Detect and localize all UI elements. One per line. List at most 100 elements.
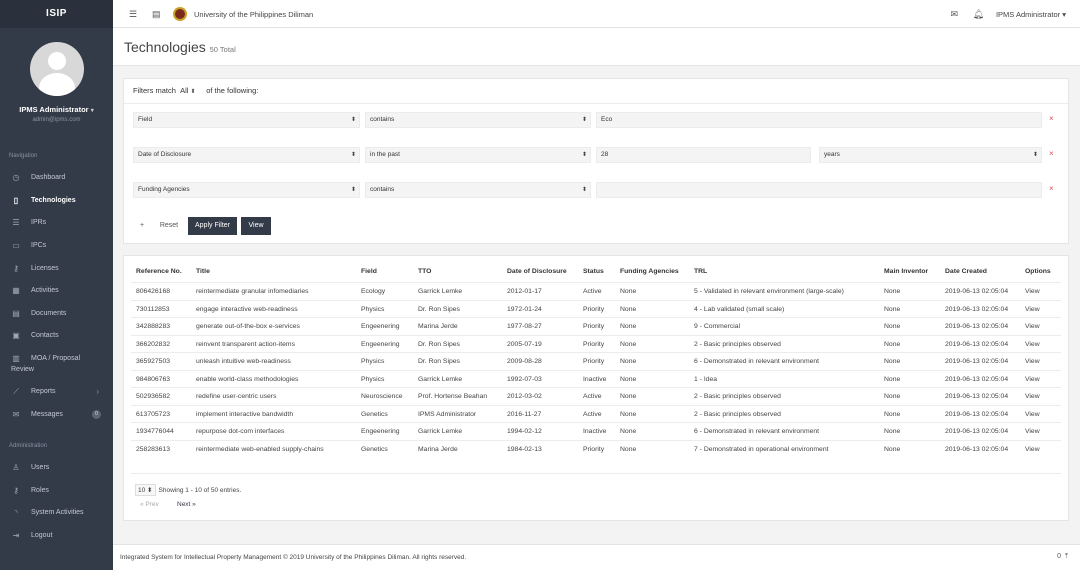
view-link[interactable]: View: [1025, 301, 1040, 318]
cell-reference-no: 1934776044: [136, 428, 174, 435]
cell-title: repurpose dot-com interfaces: [196, 428, 285, 435]
cell-title: reintermediate granular infomediaries: [196, 288, 309, 295]
column-header[interactable]: Title: [196, 268, 210, 275]
column-header[interactable]: Field: [361, 268, 377, 275]
document-icon: ▤: [12, 309, 20, 318]
cell-title: implement interactive bandwidth: [196, 410, 294, 418]
column-header[interactable]: Main Inventor: [884, 268, 928, 275]
column-header[interactable]: TTO: [418, 268, 431, 275]
reset-button[interactable]: Reset: [156, 217, 182, 235]
cell-reference-no: 806426168: [136, 288, 171, 295]
sidebar-item-iprs[interactable]: ☰ IPRs: [0, 218, 113, 227]
view-link[interactable]: View: [1025, 353, 1040, 370]
view-link[interactable]: View: [1025, 283, 1040, 300]
sidebar-item-system-activities[interactable]: ◝ System Activities: [0, 508, 113, 517]
admin-section-title: Administration: [9, 443, 48, 449]
view-link[interactable]: View: [1025, 388, 1040, 405]
view-link[interactable]: View: [1025, 406, 1040, 423]
filter-value-input[interactable]: [596, 182, 1042, 198]
filter-operator-select[interactable]: in the past ⬍: [365, 147, 591, 163]
add-filter-button[interactable]: +: [135, 217, 149, 235]
cell-status: Priority: [583, 340, 605, 348]
view-button[interactable]: View: [241, 217, 271, 235]
cell-field: Ecology: [361, 288, 386, 295]
user-name-dropdown[interactable]: IPMS Administrator ▾: [0, 105, 113, 114]
cell-tto: Garrick Lemke: [418, 428, 463, 435]
view-link[interactable]: View: [1025, 423, 1040, 440]
column-header[interactable]: Date of Disclosure: [507, 268, 567, 275]
cell-date-of-disclosure: 1972-01-24: [507, 305, 542, 313]
remove-filter-icon[interactable]: ×: [1049, 114, 1054, 123]
table-header: Reference No. Title Field TTO Date of Di…: [124, 268, 1068, 282]
column-header[interactable]: Funding Agencies: [620, 268, 679, 275]
cell-date-of-disclosure: 2012-01-17: [507, 288, 542, 295]
cell-date-created: 2019-06-13 02:05:04: [945, 305, 1009, 313]
view-link[interactable]: View: [1025, 336, 1040, 353]
cell-date-created: 2019-06-13 02:05:04: [945, 323, 1009, 330]
filter-field-select[interactable]: Field ⬍: [133, 112, 360, 128]
cell-trl: 1 - Idea: [694, 375, 718, 383]
select-arrows-icon: ⬍: [190, 89, 196, 95]
column-header[interactable]: Date Created: [945, 268, 987, 275]
sidebar-item-messages[interactable]: ✉ Messages 0: [0, 410, 113, 419]
filter-operator-select[interactable]: contains ⬍: [365, 182, 591, 198]
apply-filter-button[interactable]: Apply Filter: [188, 217, 237, 235]
view-link[interactable]: View: [1025, 441, 1040, 458]
cell-status: Priority: [583, 445, 605, 453]
user-menu[interactable]: IPMS Administrator ▾: [996, 10, 1066, 19]
table-row: 806426168 reintermediate granular infomed…: [131, 282, 1061, 300]
cell-field: Genetics: [361, 410, 388, 418]
filter-value-input[interactable]: 28: [596, 147, 811, 163]
cell-trl: 7 - Demonstrated in operational environm…: [694, 445, 829, 453]
sidebar-item-users[interactable]: ♙ Users: [0, 463, 113, 472]
select-arrows-icon: ⬍: [1032, 152, 1038, 158]
page-size-select[interactable]: 10 ⬍: [135, 484, 156, 496]
remove-filter-icon[interactable]: ×: [1049, 149, 1054, 158]
column-header[interactable]: TRL: [694, 268, 707, 275]
filter-value-input[interactable]: Eco: [596, 112, 1042, 128]
column-header[interactable]: Status: [583, 268, 604, 275]
sidebar-item-technologies[interactable]: ▯ Technologies: [0, 196, 113, 205]
cell-date-created: 2019-06-13 02:05:04: [945, 393, 1009, 400]
cell-status: Priority: [583, 358, 605, 365]
menu-toggle-icon[interactable]: ☰: [129, 9, 137, 20]
cell-date-of-disclosure: 1992-07-03: [507, 375, 542, 383]
remove-filter-icon[interactable]: ×: [1049, 184, 1054, 193]
view-link[interactable]: View: [1025, 318, 1040, 335]
next-page-button[interactable]: Next »: [177, 501, 196, 508]
filter-field-select[interactable]: Date of Disclosure ⬍: [133, 147, 360, 163]
cell-date-of-disclosure: 2005-07-19: [507, 340, 542, 348]
mail-icon[interactable]: ✉: [950, 9, 958, 20]
cell-main-inventor: None: [884, 375, 901, 383]
sidebar-item-ipcs[interactable]: ▭ IPCs: [0, 241, 113, 250]
bell-icon[interactable]: 🔔︎: [973, 9, 984, 20]
sidebar-item-licenses[interactable]: ⚷ Licenses: [0, 264, 113, 273]
layout-icon[interactable]: ▤: [152, 9, 161, 20]
sidebar-item-logout[interactable]: ⇥ Logout: [0, 531, 113, 540]
select-arrows-icon: ⬍: [581, 152, 587, 158]
brand-logo[interactable]: ISIP: [0, 0, 113, 28]
filter-field-select[interactable]: Funding Agencies ⬍: [133, 182, 360, 198]
column-header[interactable]: Options: [1025, 268, 1051, 275]
filter-operator-select[interactable]: contains ⬍: [365, 112, 591, 128]
match-mode-select[interactable]: All ⬍: [180, 86, 204, 95]
mail-icon: ✉: [12, 410, 20, 419]
page-title: Technologies 50 Total: [124, 39, 236, 55]
sidebar-item-dashboard[interactable]: ◷ Dashboard: [0, 173, 113, 182]
sidebar-item-documents[interactable]: ▤ Documents: [0, 309, 113, 318]
filter-unit-select[interactable]: years ⬍: [819, 147, 1042, 163]
sidebar-item-moa-proposal-review[interactable]: ▥ MOA / Proposal Review: [0, 354, 113, 373]
column-header[interactable]: Reference No.: [136, 268, 182, 275]
sidebar-item-activities[interactable]: ▦ Activities: [0, 286, 113, 295]
cell-field: Engeenering: [361, 323, 400, 330]
sidebar-item-contacts[interactable]: ▣ Contacts: [0, 331, 113, 340]
prev-page-button[interactable]: « Prev: [140, 501, 159, 508]
sidebar-item-roles[interactable]: ⚷ Roles: [0, 486, 113, 495]
view-link[interactable]: View: [1025, 371, 1040, 388]
cell-status: Active: [583, 410, 602, 418]
university-name: University of the Philippines Diliman: [194, 10, 314, 19]
sidebar-item-reports[interactable]: ⟋ Reports ›: [0, 387, 113, 396]
table-row: 366202832 reinvent transparent action-ite…: [131, 334, 1061, 353]
scroll-top-icon[interactable]: ⤒: [1065, 553, 1068, 560]
cell-funding-agencies: None: [620, 305, 637, 313]
